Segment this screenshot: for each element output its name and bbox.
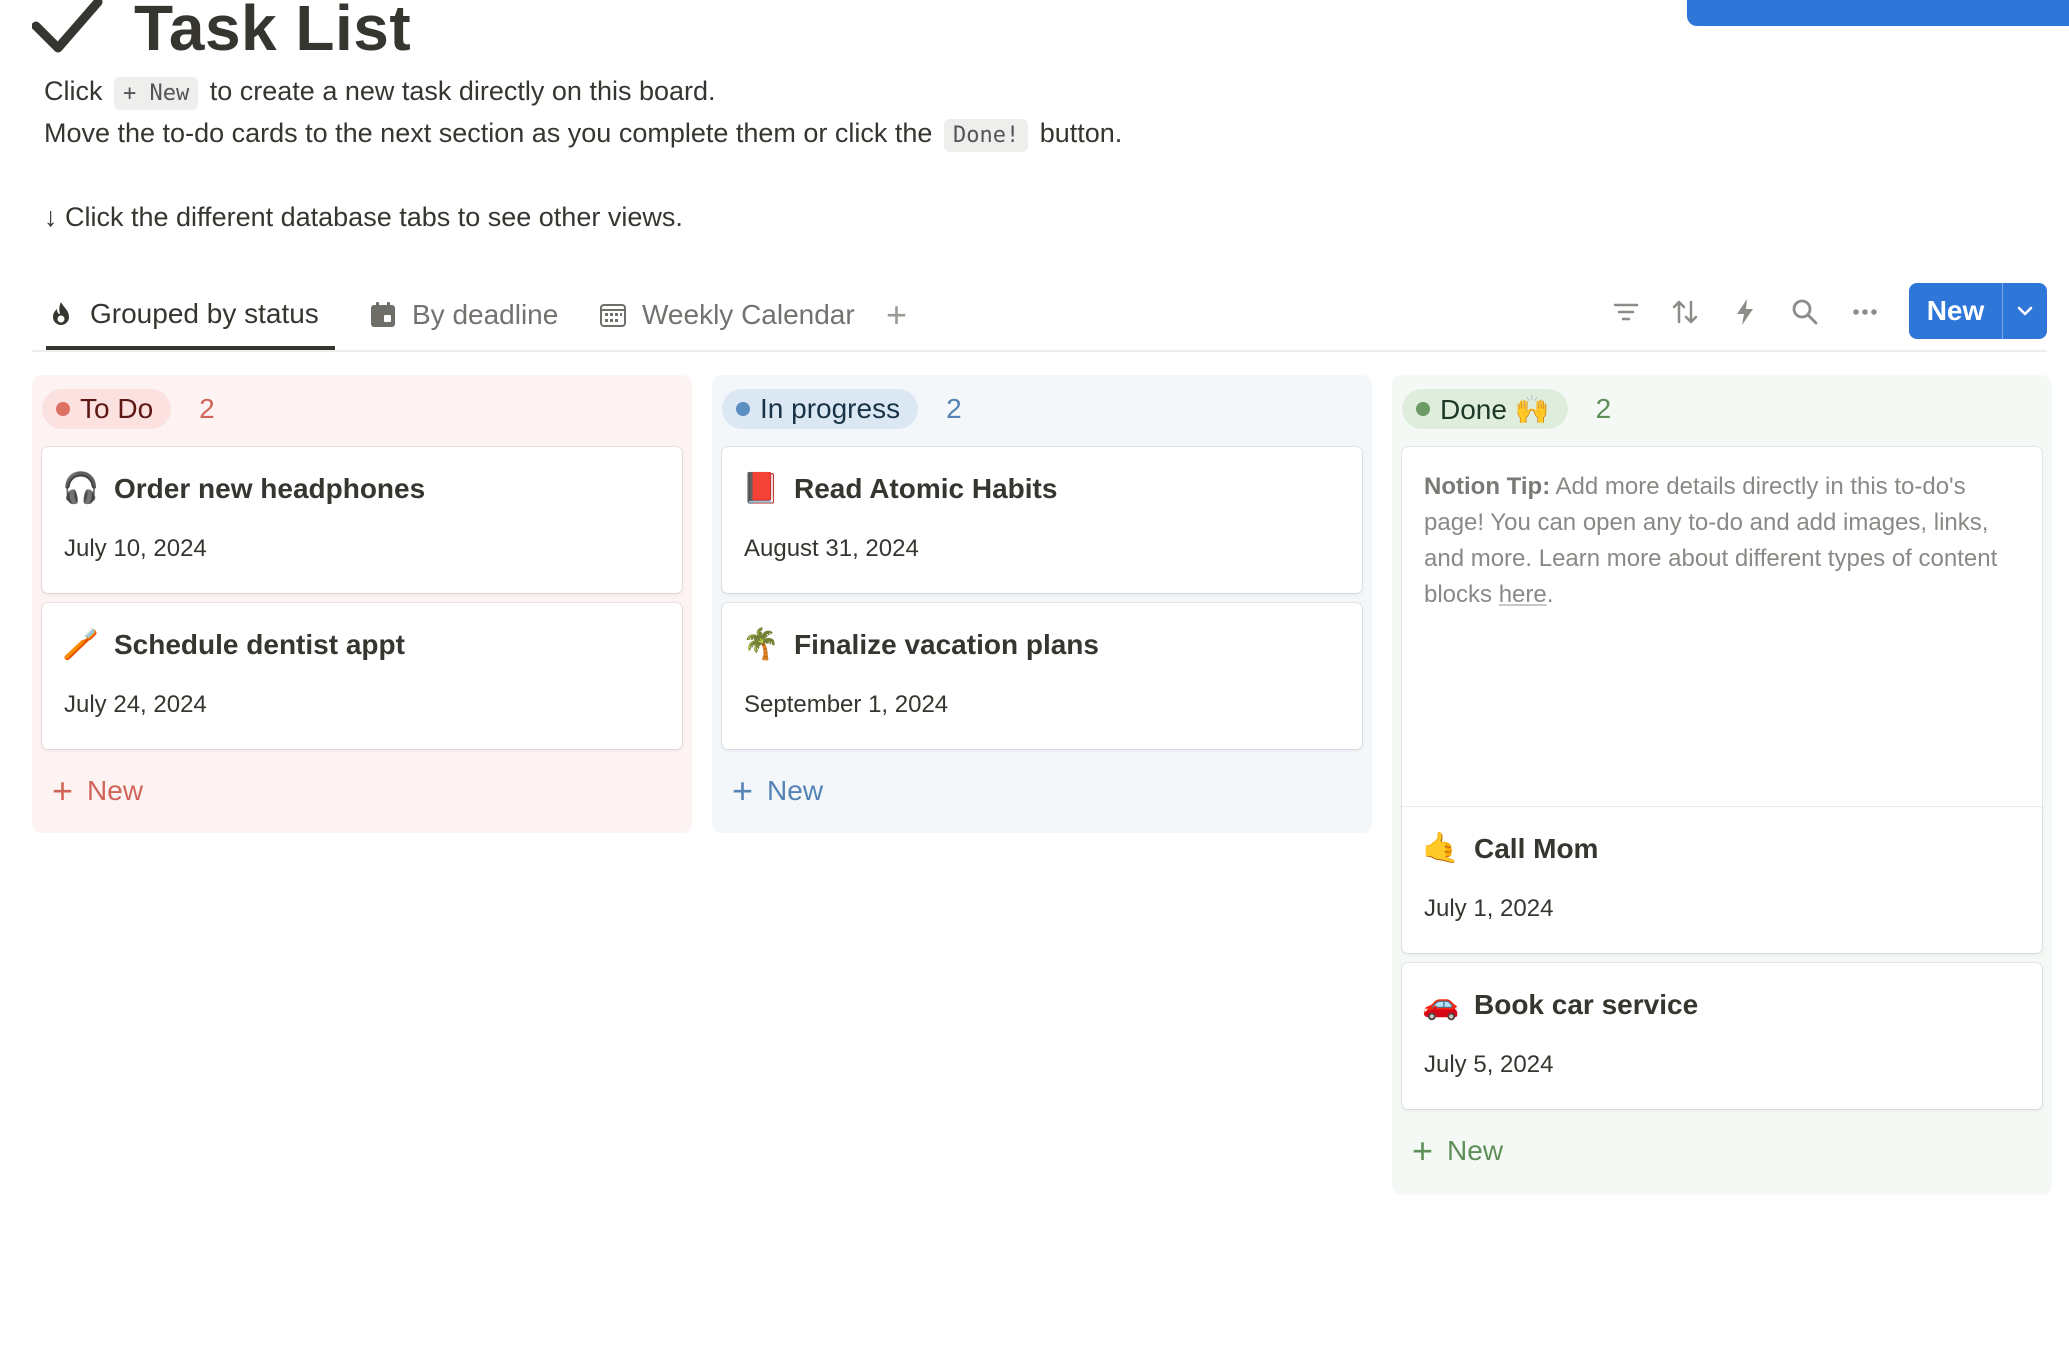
notion-tip-text: Notion Tip: Add more details directly in…	[1424, 473, 1998, 608]
add-view-button[interactable]: +	[886, 282, 907, 348]
inline-code-new: + New	[114, 77, 199, 110]
new-button-label[interactable]: New	[1909, 283, 2003, 339]
add-new-task-button[interactable]: + New	[732, 773, 823, 809]
add-new-task-button[interactable]: + New	[1412, 1133, 1503, 1169]
description-line-2: Move the to-do cards to the next section…	[44, 118, 1122, 152]
inline-code-done: Done!	[943, 119, 1029, 152]
task-date: July 1, 2024	[1424, 895, 1554, 922]
palm-tree-icon: 🌴	[742, 628, 780, 661]
column-header: In progress 2	[722, 389, 962, 429]
task-title: Read Atomic Habits	[794, 472, 1058, 504]
task-date: September 1, 2024	[744, 691, 949, 718]
plus-icon: +	[1412, 1130, 1434, 1171]
column-count: 2	[946, 393, 962, 424]
add-new-task-button[interactable]: + New	[52, 773, 143, 809]
page-title: Task List	[134, 0, 412, 64]
sort-icon[interactable]	[1667, 294, 1703, 330]
task-card[interactable]: 🪥 Schedule dentist appt July 24, 2024	[42, 603, 682, 749]
book-icon: 📕	[742, 472, 780, 505]
task-card[interactable]: 🌴 Finalize vacation plans September 1, 20…	[722, 603, 1362, 749]
task-title: Order new headphones	[114, 472, 426, 504]
description-line-3: ↓ Click the different database tabs to s…	[44, 202, 683, 232]
column-count: 2	[1595, 393, 1612, 424]
notion-tip-card[interactable]: Notion Tip: Add more details directly in…	[1402, 447, 2042, 807]
tab-weekly-calendar[interactable]: Weekly Calendar	[598, 282, 855, 348]
chevron-down-icon[interactable]	[2003, 283, 2047, 339]
checkmark-icon	[32, 0, 103, 53]
column-in-progress: In progress 2 📕 Read Atomic Habits August…	[712, 375, 1372, 833]
task-card[interactable]: 🤙 Call Mom July 1, 2024	[1402, 807, 2042, 953]
tab-grouped-by-status[interactable]: Grouped by status	[46, 282, 335, 350]
automation-icon[interactable]	[1727, 294, 1763, 330]
task-title: Call Mom	[1474, 832, 1599, 864]
more-icon[interactable]	[1847, 294, 1883, 330]
task-card[interactable]: 📕 Read Atomic Habits August 31, 2024	[722, 447, 1362, 593]
plus-icon: +	[732, 770, 754, 811]
status-dot	[56, 402, 70, 416]
status-dot	[736, 402, 750, 416]
task-card[interactable]: 🚗 Book car service July 5, 2024	[1402, 963, 2042, 1109]
task-title: Schedule dentist appt	[114, 628, 405, 660]
task-date: August 31, 2024	[744, 535, 919, 562]
fire-icon	[53, 302, 69, 325]
filter-icon[interactable]	[1608, 294, 1644, 330]
calendar-icon	[371, 302, 395, 327]
page-header: Task List	[32, 0, 411, 68]
headphones-icon: 🎧	[62, 472, 100, 505]
column-done: Done 🙌 2 Notion Tip: Add more details di…	[1392, 375, 2052, 1195]
status-badge: Done 🙌	[1402, 389, 1568, 429]
call-me-hand-icon: 🤙	[1422, 832, 1460, 865]
calendar-grid-icon	[600, 304, 626, 327]
car-icon: 🚗	[1422, 988, 1460, 1021]
tab-by-deadline[interactable]: By deadline	[368, 282, 558, 348]
column-to-do: To Do 2 🎧 Order new headphones July 10, 2…	[32, 375, 692, 833]
task-title: Book car service	[1474, 988, 1699, 1020]
search-icon[interactable]	[1787, 294, 1823, 330]
description-line-1: Click + New to create a new task directl…	[44, 76, 716, 110]
new-button[interactable]: New	[1909, 283, 2047, 339]
column-header: Done 🙌 2	[1402, 389, 1611, 429]
task-date: July 10, 2024	[64, 535, 207, 562]
task-date: July 24, 2024	[64, 691, 207, 718]
status-badge: In progress	[722, 389, 919, 429]
toothbrush-icon: 🪥	[62, 628, 100, 661]
status-dot	[1416, 402, 1430, 416]
task-card[interactable]: 🎧 Order new headphones July 10, 2024	[42, 447, 682, 593]
top-action-button[interactable]	[1687, 0, 2069, 26]
plus-icon: +	[52, 770, 74, 811]
task-title: Finalize vacation plans	[794, 628, 1099, 660]
task-date: July 5, 2024	[1424, 1051, 1554, 1078]
column-count: 2	[199, 393, 215, 424]
column-header: To Do 2	[42, 389, 215, 429]
tip-link[interactable]: here	[1499, 581, 1547, 608]
status-badge: To Do	[42, 389, 172, 429]
